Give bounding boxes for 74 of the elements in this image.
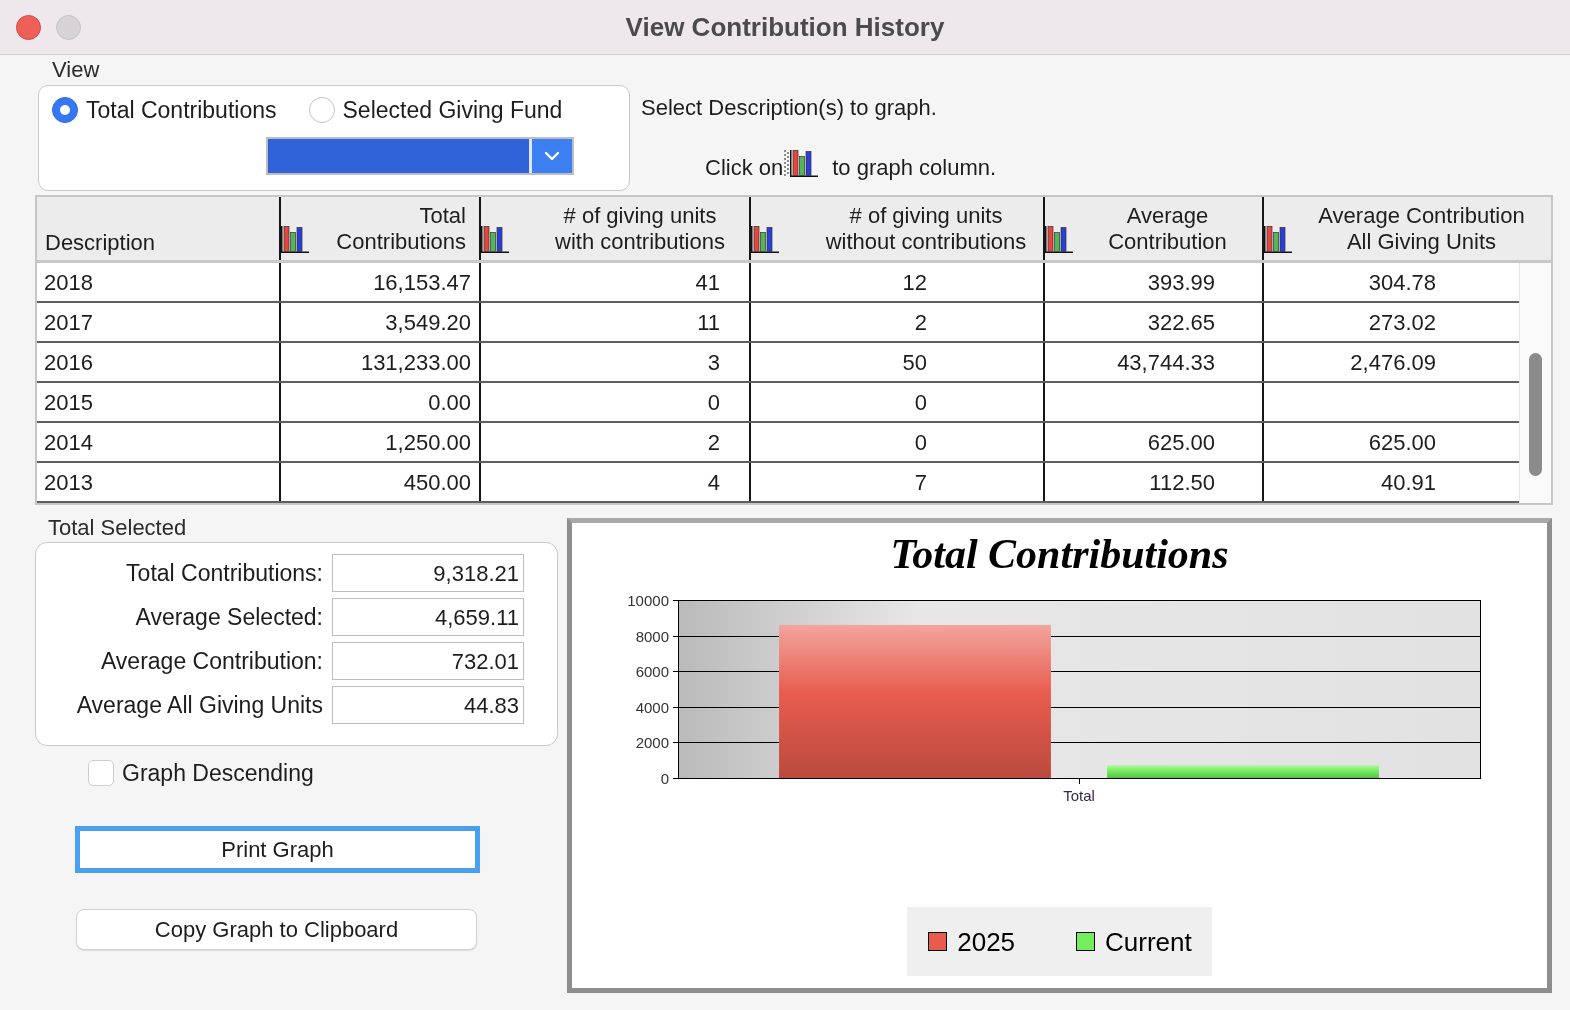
field-label: Average Contribution:	[100, 648, 323, 674]
group-label: Total Selected	[48, 515, 187, 541]
axis-label: Total	[1063, 787, 1095, 804]
table-cell: 131,233.00	[279, 343, 479, 381]
table-cell: 16,153.47	[279, 263, 479, 301]
table-cell-text: 2015	[43, 388, 94, 417]
column-header[interactable]: Average Contribution	[1108, 202, 1227, 255]
chevron-down-icon	[544, 151, 560, 161]
table-cell: 4	[479, 463, 749, 501]
instruction-text: Select Description(s) to graph.	[641, 95, 937, 121]
column-header[interactable]: # of giving units without contributions	[825, 202, 1027, 255]
bar-chart-icon[interactable]	[1264, 226, 1292, 253]
value-field[interactable]: 732.01	[332, 642, 524, 680]
table-cell: 7	[749, 463, 1043, 501]
table-cell: 625.00	[1043, 423, 1262, 461]
table-cell: 0	[479, 383, 749, 421]
table-cell: 2	[749, 303, 1043, 341]
window-title: View Contribution History	[625, 11, 945, 43]
column-header[interactable]: Total Contributions	[336, 202, 466, 255]
table-cell: 50	[749, 343, 1043, 381]
table-cell: 0	[749, 423, 1043, 461]
table-cell: 11	[479, 303, 749, 341]
value-field[interactable]: 9,318.21	[332, 554, 524, 592]
chart-title: Total Contributions	[890, 530, 1229, 579]
axis-tick-label: 4000	[635, 698, 669, 716]
bar-chart-icon[interactable]	[481, 226, 509, 253]
table-cell: 43,744.33	[1043, 343, 1262, 381]
radio-button[interactable]: Selected Giving Fund	[308, 97, 563, 123]
axis-tick-label: 6000	[635, 662, 669, 680]
copy-button[interactable]: Copy Graph to Clipboard	[76, 909, 477, 950]
table-cell: 1,250.00	[279, 423, 479, 461]
table-cell: 450.00	[279, 463, 479, 501]
scrollbar-thumb[interactable]	[1529, 353, 1542, 476]
table-cell: 0	[749, 383, 1043, 421]
table-cell: 3	[479, 343, 749, 381]
table-cell: 112.50	[1043, 463, 1262, 501]
table-cell: 0.00	[279, 383, 479, 421]
hint-text: to graph column.	[832, 155, 997, 181]
value-field[interactable]: 44.83	[332, 686, 524, 724]
table-cell: 322.65	[1043, 303, 1262, 341]
axis-tick-label: 2000	[635, 733, 669, 751]
checkbox[interactable]: Graph Descending	[88, 760, 314, 786]
field-label: Total Contributions:	[126, 560, 323, 586]
table-cell-text: 2014	[43, 428, 94, 457]
column-header[interactable]: Average Contribution All Giving Units	[1318, 202, 1525, 255]
legend-label: Current	[1105, 926, 1192, 957]
print-button[interactable]: Print Graph	[75, 826, 480, 873]
legend-label: 2025	[957, 926, 1016, 957]
table-cell-text: 2013	[43, 468, 94, 497]
bar-chart-icon[interactable]	[751, 226, 779, 253]
table-cell: 12	[749, 263, 1043, 301]
column-header[interactable]: Description	[45, 230, 156, 256]
table-cell: 2	[479, 423, 749, 461]
hint-text: Click on	[705, 155, 784, 181]
group-label: View	[52, 57, 100, 83]
table-cell: 393.99	[1043, 263, 1262, 301]
axis-tick-label: 10000	[627, 591, 669, 609]
bar-chart-icon	[784, 150, 819, 177]
bar-chart-icon[interactable]	[1045, 226, 1073, 253]
table-cell: 3,549.20	[279, 303, 479, 341]
table-cell: 41	[479, 263, 749, 301]
column-header[interactable]: # of giving units with contributions	[555, 202, 725, 255]
bar-chart-icon[interactable]	[281, 226, 309, 253]
radio-button[interactable]: Total Contributions	[52, 97, 277, 123]
table-cell-text: 2017	[43, 308, 94, 337]
dropdown[interactable]	[266, 137, 574, 175]
axis-tick-label: 0	[660, 769, 669, 787]
close-button[interactable]	[16, 14, 41, 40]
field-label: Average All Giving Units	[76, 692, 323, 718]
table-cell-text: 2018	[43, 268, 94, 297]
field-label: Average Selected:	[135, 604, 323, 630]
axis-tick-label: 8000	[635, 627, 669, 645]
value-field[interactable]: 4,659.11	[332, 598, 524, 636]
table-cell-text: 2016	[43, 348, 94, 377]
